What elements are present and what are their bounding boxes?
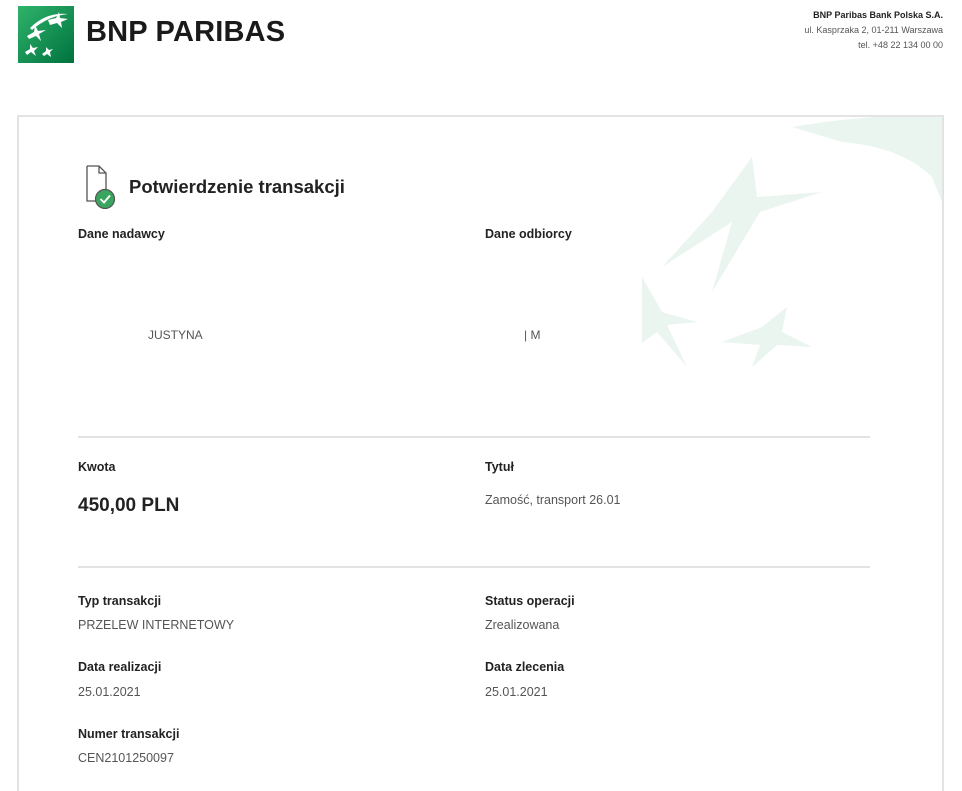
document-check-icon bbox=[83, 163, 123, 210]
transaction-type-value: PRZELEW INTERNETOWY bbox=[78, 618, 235, 632]
recipient-label: Dane odbiorcy bbox=[485, 227, 572, 241]
transfer-title-value: Zamość, transport 26.01 bbox=[485, 493, 621, 507]
transaction-type-label: Typ transakcji bbox=[78, 594, 162, 608]
transaction-number-value: CEN2101250097 bbox=[78, 751, 174, 765]
bank-phone: tel. +48 22 134 00 00 bbox=[858, 40, 943, 50]
operation-status-value: Zrealizowana bbox=[485, 618, 560, 632]
section-divider bbox=[78, 436, 870, 438]
transfer-title-label: Tytuł bbox=[485, 460, 514, 474]
brand-wordmark: BNP PARIBAS bbox=[86, 16, 286, 48]
bank-name: BNP Paribas Bank Polska S.A. bbox=[813, 10, 943, 20]
execution-date-value: 25.01.2021 bbox=[78, 685, 141, 699]
operation-status-label: Status operacji bbox=[485, 594, 575, 608]
bank-address: ul. Kasprzaka 2, 01-211 Warszawa bbox=[804, 25, 943, 35]
confirmation-card: Potwierdzenie transakcji Dane nadawcy JU… bbox=[17, 115, 944, 791]
order-date-value: 25.01.2021 bbox=[485, 685, 548, 699]
section-divider bbox=[78, 566, 870, 568]
page-header: BNP PARIBAS BNP Paribas Bank Polska S.A.… bbox=[0, 0, 962, 100]
bnp-paribas-logo-icon bbox=[18, 6, 74, 63]
execution-date-label: Data realizacji bbox=[78, 660, 162, 674]
stars-watermark-icon bbox=[637, 117, 942, 377]
amount-label: Kwota bbox=[78, 460, 116, 474]
page-title: Potwierdzenie transakcji bbox=[129, 176, 345, 197]
amount-value: 450,00 PLN bbox=[78, 495, 180, 516]
order-date-label: Data zlecenia bbox=[485, 660, 565, 674]
bank-contact-info: BNP Paribas Bank Polska S.A. ul. Kasprza… bbox=[804, 8, 943, 53]
sender-value: JUSTYNA bbox=[148, 328, 203, 342]
sender-label: Dane nadawcy bbox=[78, 227, 165, 241]
recipient-value: | M bbox=[524, 328, 541, 342]
transaction-number-label: Numer transakcji bbox=[78, 727, 180, 741]
